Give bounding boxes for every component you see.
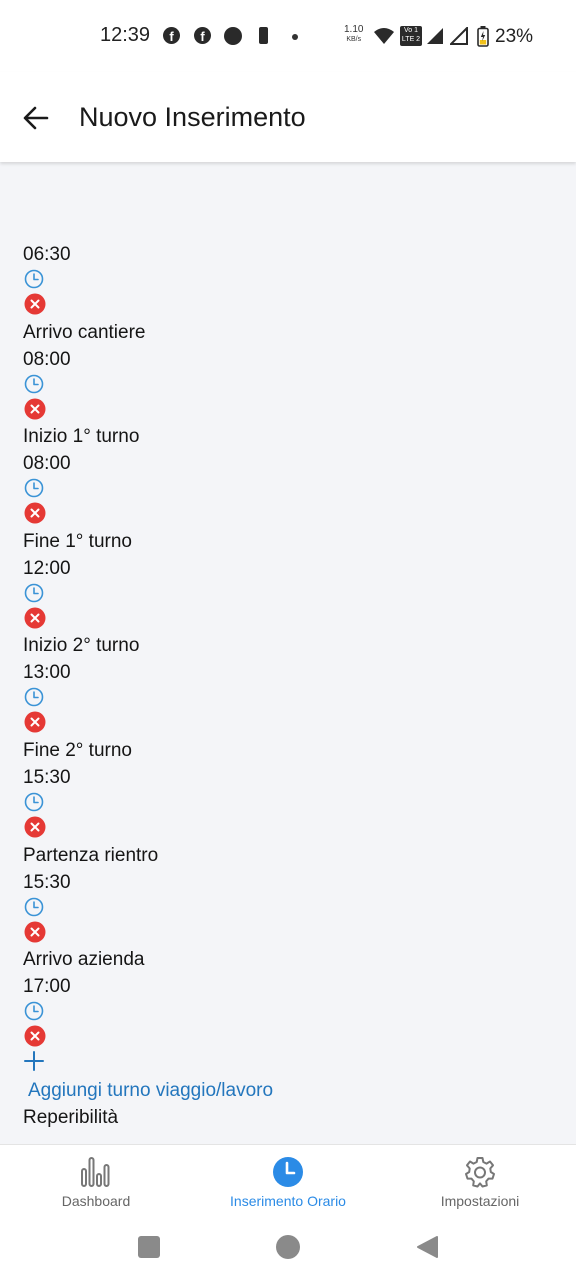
nav-item-impostazioni[interactable]: Impostazioni bbox=[384, 1145, 576, 1225]
remove-icon[interactable] bbox=[24, 502, 46, 524]
entry-time: 15:30 bbox=[23, 871, 71, 893]
volte-label-bottom: LTE 2 bbox=[401, 36, 421, 43]
entry-label: Fine 1° turno bbox=[23, 530, 132, 552]
clock-icon[interactable] bbox=[23, 477, 45, 499]
bar-chart-icon bbox=[81, 1157, 110, 1187]
clock-icon[interactable] bbox=[23, 896, 45, 918]
system-navigation-bar bbox=[0, 1224, 576, 1280]
nav-label-dashboard: Dashboard bbox=[61, 1193, 131, 1209]
status-time: 12:39 bbox=[100, 24, 151, 46]
app-notification-icon bbox=[224, 27, 242, 45]
facebook-icon: f bbox=[194, 27, 211, 44]
network-speed-value: 1.10 bbox=[344, 24, 364, 35]
status-bar: 12:39 f f 1.10 KB/s Vo 1 LTE 2 23% bbox=[0, 0, 576, 72]
network-speed-unit: KB/s bbox=[346, 36, 362, 43]
battery-notification-icon bbox=[259, 27, 268, 44]
nav-item-dashboard[interactable]: Dashboard bbox=[0, 1145, 192, 1225]
remove-icon[interactable] bbox=[24, 293, 46, 315]
clock-icon bbox=[273, 1157, 303, 1187]
nav-label-impostazioni: Impostazioni bbox=[440, 1193, 520, 1209]
entry-time: 08:00 bbox=[23, 348, 71, 370]
bottom-navigation: Dashboard Inserimento Orario Impostazion… bbox=[0, 1144, 576, 1225]
clock-icon[interactable] bbox=[23, 1000, 45, 1022]
signal-icon bbox=[427, 28, 443, 44]
page-title: Nuovo Inserimento bbox=[79, 102, 306, 132]
battery-icon bbox=[477, 26, 489, 47]
volte-icon: Vo 1 LTE 2 bbox=[400, 26, 422, 46]
clock-icon[interactable] bbox=[23, 686, 45, 708]
battery-percent: 23% bbox=[495, 26, 534, 47]
entry-label: Arrivo azienda bbox=[23, 949, 145, 971]
entry-time: 13:00 bbox=[23, 662, 71, 684]
clock-icon[interactable] bbox=[23, 373, 45, 395]
entry-label: Partenza rientro bbox=[23, 844, 159, 866]
entry-label: Arrivo cantiere bbox=[23, 321, 146, 343]
entry-label: Inizio 2° turno bbox=[23, 635, 140, 657]
clock-icon[interactable] bbox=[23, 582, 45, 604]
remove-icon[interactable] bbox=[24, 607, 46, 629]
home-button[interactable] bbox=[276, 1235, 300, 1259]
time-entry-list: 06:30 Arrivo cantiere 08:00 Inizio 1° turno… bbox=[0, 164, 576, 1144]
arrow-left-icon[interactable] bbox=[20, 102, 52, 134]
add-shift-button[interactable]: Aggiungi turno viaggio/lavoro bbox=[28, 1080, 273, 1102]
nav-item-inserimento-orario[interactable]: Inserimento Orario bbox=[192, 1145, 384, 1225]
gear-icon bbox=[465, 1157, 495, 1188]
app-bar: Nuovo Inserimento bbox=[0, 72, 576, 162]
remove-icon[interactable] bbox=[24, 711, 46, 733]
entry-time: 12:00 bbox=[23, 557, 71, 579]
more-notifications-dot bbox=[292, 34, 298, 40]
volte-label-top: Vo 1 bbox=[403, 27, 418, 34]
remove-icon[interactable] bbox=[24, 398, 46, 420]
entry-label: Fine 2° turno bbox=[23, 740, 132, 761]
remove-icon[interactable] bbox=[24, 921, 46, 943]
reperibilita-label: Reperibilità bbox=[23, 1107, 119, 1128]
entry-time: 15:30 bbox=[23, 767, 71, 788]
entry-time: 17:00 bbox=[23, 976, 71, 998]
facebook-icon: f bbox=[163, 27, 180, 44]
entry-time: 08:00 bbox=[23, 453, 71, 475]
clock-icon[interactable] bbox=[23, 791, 45, 813]
remove-icon[interactable] bbox=[24, 1025, 46, 1047]
entry-time: 06:30 bbox=[23, 244, 71, 265]
entry-label: Inizio 1° turno bbox=[23, 426, 140, 448]
remove-icon[interactable] bbox=[24, 816, 46, 838]
plus-icon[interactable] bbox=[23, 1050, 45, 1072]
recents-button[interactable] bbox=[138, 1236, 160, 1258]
network-speed: 1.10 KB/s bbox=[344, 25, 363, 45]
clock-icon[interactable] bbox=[23, 268, 45, 290]
wifi-icon bbox=[374, 28, 394, 44]
back-button[interactable] bbox=[415, 1235, 439, 1259]
signal-icon bbox=[450, 27, 468, 45]
nav-label-inserimento-orario: Inserimento Orario bbox=[230, 1193, 346, 1209]
